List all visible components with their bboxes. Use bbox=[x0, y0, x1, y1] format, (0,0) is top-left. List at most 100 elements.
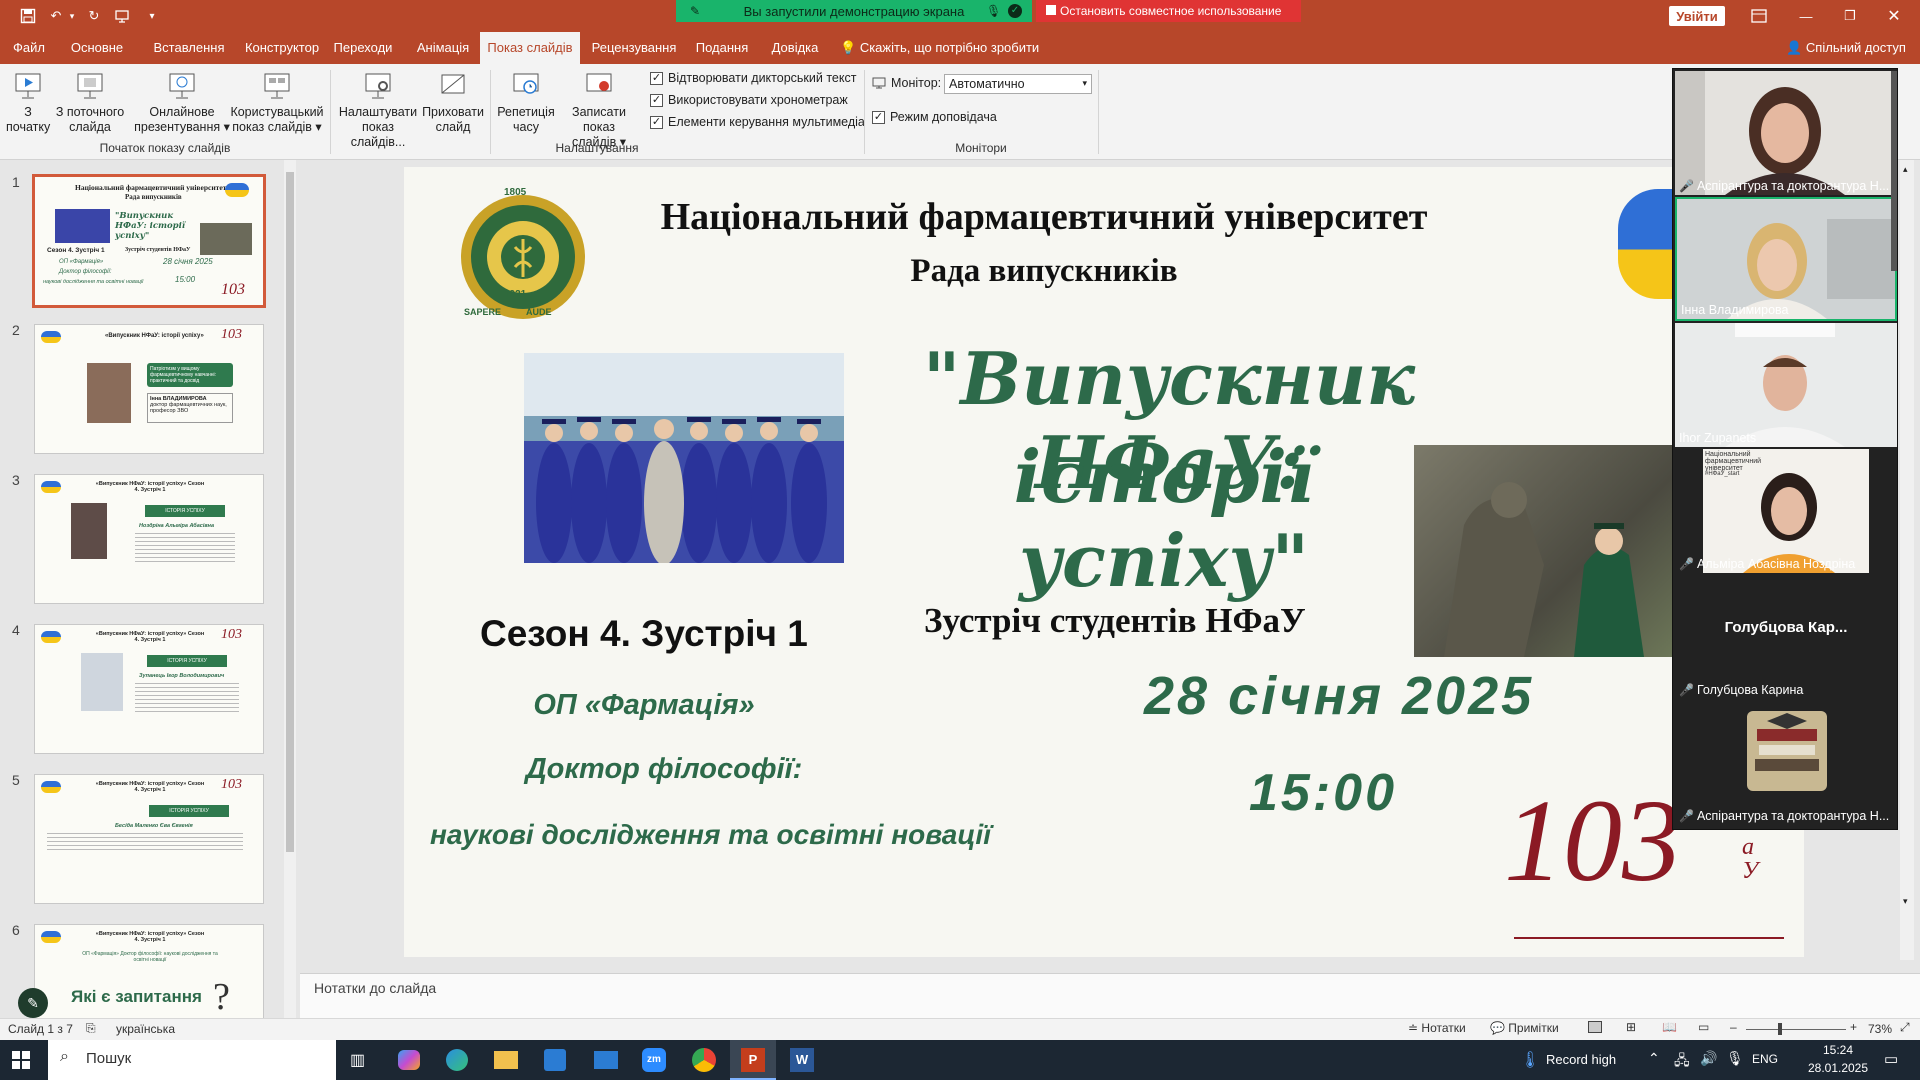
clock-date[interactable]: 28.01.2025 bbox=[1800, 1061, 1876, 1075]
save-icon[interactable] bbox=[18, 6, 38, 26]
normal-view-icon[interactable] bbox=[1588, 1021, 1602, 1033]
tab-slideshow[interactable]: Показ слайдів bbox=[480, 32, 580, 64]
tab-review[interactable]: Рецензування bbox=[588, 32, 680, 64]
word-icon[interactable]: W bbox=[790, 1048, 814, 1072]
presenter-view-checkbox[interactable]: ✓ Режим доповідача bbox=[872, 110, 997, 124]
rehearse-timings-button[interactable]: Репетиція часу bbox=[494, 70, 558, 135]
annotate-pen-button[interactable]: ✎ bbox=[18, 988, 48, 1018]
copilot-icon[interactable] bbox=[398, 1050, 420, 1070]
monitor-select[interactable]: Автоматично ▾ bbox=[944, 74, 1092, 94]
fit-slide-icon[interactable]: ⤢ bbox=[1900, 1020, 1910, 1035]
thumbnail-slide-4[interactable]: «Випускник НФаУ: історії успіху» Сезон 4… bbox=[34, 624, 264, 754]
zoom-video-panel[interactable]: 🎤 Аспірантура та докторантура Н... Інна В… bbox=[1672, 68, 1898, 830]
thumbnail-slide-3[interactable]: «Випускник НФаУ: історії успіху» Сезон 4… bbox=[34, 474, 264, 604]
weather-widget[interactable]: Record high bbox=[1546, 1052, 1616, 1067]
tab-home[interactable]: Основне bbox=[60, 32, 134, 64]
close-icon[interactable]: ✕ bbox=[1884, 6, 1904, 26]
zoom-slider-thumb[interactable] bbox=[1778, 1023, 1782, 1035]
custom-show-button[interactable]: Користувацький показ слайдів ▾ bbox=[230, 70, 324, 135]
chevron-up-icon[interactable]: ⌃ bbox=[1648, 1050, 1660, 1067]
mic-icon[interactable]: 🎙 bbox=[1726, 1050, 1744, 1067]
video-tile[interactable]: Ihor Zupanets bbox=[1675, 323, 1897, 447]
from-start-button[interactable]: З початку bbox=[6, 70, 50, 135]
network-icon[interactable]: 🖧 bbox=[1674, 1050, 1690, 1074]
powerpoint-taskbar-button[interactable]: P bbox=[730, 1040, 776, 1080]
thumbnails-scrollbar[interactable] bbox=[284, 160, 296, 1018]
taskbar-search[interactable]: ⌕ Пошук bbox=[48, 1040, 336, 1080]
mic-muted-icon: 🎤 bbox=[1679, 557, 1694, 571]
thumbnail-slide-6[interactable]: «Випускник НФаУ: історії успіху» Сезон 4… bbox=[34, 924, 264, 1020]
task-view-icon[interactable]: ▥ bbox=[350, 1050, 365, 1070]
video-tile[interactable]: Голубцова Кар... 🎤 Голубцова Карина bbox=[1675, 575, 1897, 699]
comments-toggle[interactable]: 💬 Примітки bbox=[1490, 1021, 1559, 1035]
from-current-button[interactable]: З поточного слайда bbox=[54, 70, 126, 135]
zoom-in-icon[interactable]: + bbox=[1850, 1020, 1857, 1034]
tab-transitions[interactable]: Переходи bbox=[328, 32, 398, 64]
slide-scrollbar[interactable]: ▴ ▾ bbox=[1900, 160, 1914, 960]
share-button[interactable]: 👤 Спільний доступ bbox=[1784, 32, 1908, 64]
tab-design[interactable]: Конструктор bbox=[232, 32, 332, 64]
mail-icon[interactable] bbox=[594, 1051, 618, 1069]
narration-checkbox[interactable]: ✓ Відтворювати дикторський текст bbox=[650, 71, 856, 85]
slide-sorter-icon[interactable]: ⊞ bbox=[1626, 1020, 1636, 1034]
setup-show-button[interactable]: Налаштувати показ слайдів... bbox=[336, 70, 420, 150]
slideshow-view-icon[interactable]: ▭ bbox=[1698, 1020, 1709, 1034]
tab-insert[interactable]: Вставлення bbox=[138, 32, 240, 64]
tab-animations[interactable]: Анімація bbox=[404, 32, 482, 64]
reading-view-icon[interactable]: 📖 bbox=[1662, 1020, 1677, 1034]
zoom-app-icon[interactable]: zm bbox=[642, 1048, 666, 1072]
participant-name: Альміра Абасівна Ноздріна bbox=[1696, 557, 1856, 571]
ribbon-display-icon[interactable] bbox=[1748, 6, 1770, 26]
video-tile[interactable]: Національний фармацевтичний університет … bbox=[1675, 449, 1897, 573]
language-status[interactable]: українська bbox=[116, 1022, 175, 1036]
chrome-icon[interactable] bbox=[692, 1048, 716, 1072]
input-language[interactable]: ENG bbox=[1752, 1052, 1778, 1066]
clock-time[interactable]: 15:24 bbox=[1806, 1043, 1870, 1057]
hide-slide-button[interactable]: Приховати слайд bbox=[422, 70, 484, 135]
zoom-level[interactable]: 73% bbox=[1868, 1022, 1892, 1036]
chevron-up-icon[interactable]: ▴ bbox=[1903, 164, 1908, 175]
video-tile[interactable]: 🎤 Аспірантура та докторантура Н... bbox=[1675, 71, 1897, 195]
timings-checkbox[interactable]: ✓ Використовувати хронометраж bbox=[650, 93, 848, 107]
mic-icon[interactable]: 🎙 bbox=[986, 4, 1001, 18]
video-tile[interactable]: 🎤 Аспірантура та докторантура Н... bbox=[1675, 701, 1897, 825]
thumbnail-slide-2[interactable]: «Випускник НФаУ: історії успіху» 103 Пат… bbox=[34, 324, 264, 454]
tell-me-search[interactable]: 💡 Скажіть, що потрібно зробити bbox=[840, 32, 1040, 64]
file-explorer-icon[interactable] bbox=[494, 1051, 518, 1069]
record-show-button[interactable]: Записати показ слайдів ▾ bbox=[556, 70, 642, 150]
notes-pane[interactable]: Нотатки до слайда bbox=[300, 973, 1920, 1018]
video-tile-active-speaker[interactable]: Інна Владимирова bbox=[1675, 197, 1897, 321]
minimize-icon[interactable]: — bbox=[1796, 6, 1816, 26]
zoom-out-icon[interactable]: – bbox=[1730, 1020, 1737, 1034]
setup-show-label-2: показ слайдів... bbox=[350, 120, 406, 149]
redo-icon[interactable]: ↻ bbox=[84, 6, 104, 26]
tab-view[interactable]: Подання bbox=[690, 32, 754, 64]
chevron-down-icon[interactable]: ▾ bbox=[1903, 896, 1908, 907]
maximize-icon[interactable]: ❐ bbox=[1840, 6, 1860, 26]
stop-share-button[interactable]: Остановить совместное использование bbox=[1036, 0, 1301, 22]
tab-help[interactable]: Довідка bbox=[764, 32, 826, 64]
zoom-slider[interactable] bbox=[1746, 1029, 1846, 1030]
windows-start-icon[interactable] bbox=[12, 1051, 30, 1069]
zoom-panel-scrollbar[interactable] bbox=[1891, 71, 1897, 271]
edge-icon[interactable] bbox=[446, 1049, 468, 1071]
notifications-icon[interactable]: ▭ bbox=[1884, 1050, 1898, 1068]
graduates-photo bbox=[524, 353, 844, 563]
slideshow-qa-icon[interactable] bbox=[112, 6, 132, 26]
customize-qa-icon[interactable]: ▾ bbox=[142, 6, 162, 26]
thumbnail-slide-5[interactable]: «Випускник НФаУ: історії успіху» Сезон 4… bbox=[34, 774, 264, 904]
volume-icon[interactable]: 🔊 bbox=[1700, 1050, 1717, 1067]
notes-toggle[interactable]: ≐ Нотатки bbox=[1408, 1021, 1466, 1035]
store-icon[interactable] bbox=[544, 1049, 566, 1071]
spellcheck-icon[interactable]: ⎘ bbox=[86, 1021, 96, 1036]
thumbnail-slide-1[interactable]: Національний фармацевтичний університет … bbox=[32, 174, 266, 308]
scrollbar-thumb[interactable] bbox=[286, 172, 294, 852]
tab-file[interactable]: Файл bbox=[6, 32, 52, 64]
current-slide[interactable]: 1805 1921 SAPERE AUDE Національний фарма… bbox=[404, 167, 1804, 957]
undo-dropdown-icon[interactable]: ▾ bbox=[62, 6, 82, 26]
online-present-button[interactable]: Онлайнове презентування ▾ bbox=[134, 70, 230, 135]
pencil-icon[interactable]: ✎ bbox=[690, 4, 700, 18]
login-button[interactable]: Увійти bbox=[1669, 6, 1725, 26]
thumb-card: Інна ВЛАДИМИРОВА доктор фармацевтичних н… bbox=[147, 393, 233, 423]
media-controls-checkbox[interactable]: ✓ Елементи керування мультимедіа bbox=[650, 115, 865, 129]
